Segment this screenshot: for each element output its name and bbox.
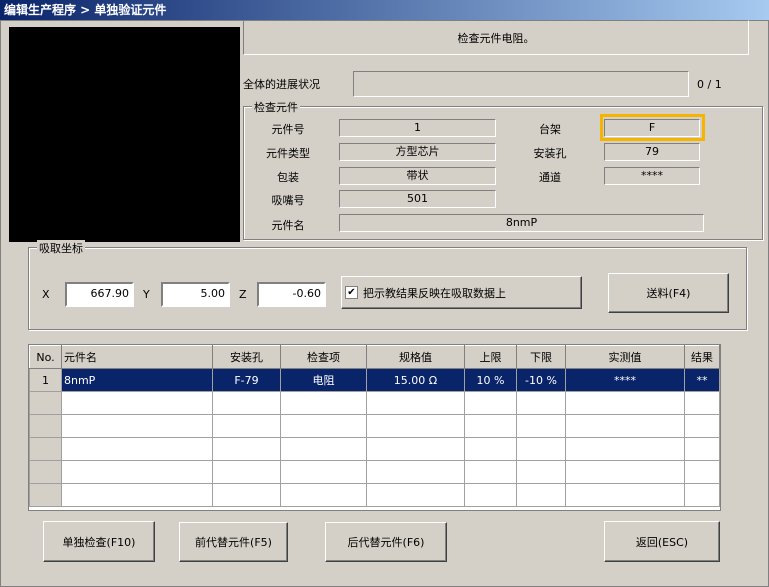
cell-lower: -10 % [516,368,566,392]
channel-label: 通道 [539,171,561,184]
name-field: 8nmP [339,214,704,232]
nozzle-field: 501 [339,190,496,208]
rack-label: 台架 [539,123,561,136]
table-row-empty[interactable] [29,414,720,438]
progress-count: 0 / 1 [697,78,722,91]
y-label: Y [143,288,150,301]
checkbox-check-icon[interactable]: ✔ [345,286,358,299]
part-no-field: 1 [339,119,496,137]
next-alt-button[interactable]: 后代替元件(F6) [325,522,447,562]
cell-measured: **** [565,368,685,392]
progress-bar [353,71,689,97]
table-row-empty[interactable] [29,483,720,507]
camera-view [9,27,240,242]
component-group-title: 检查元件 [252,99,300,115]
progress-label: 全体的进展状况 [243,78,320,91]
pickup-group-title: 吸取坐标 [37,240,85,256]
back-button[interactable]: 返回(ESC) [604,521,720,562]
inspection-table: No. 元件名 安装孔 检查项 规格值 上限 下限 实测值 结果 1 8nmP … [28,344,721,511]
cell-upper: 10 % [464,368,517,392]
z-input[interactable]: -0.60 [257,282,326,307]
cell-item: 电阻 [280,368,367,392]
header-name[interactable]: 元件名 [61,345,213,369]
cell-hole: F-79 [212,368,281,392]
x-input[interactable]: 667.90 [65,282,134,307]
nozzle-label: 吸嘴号 [271,194,305,207]
reflect-label: 把示教结果反映在吸取数据上 [363,286,506,300]
table-header-row: No. 元件名 安装孔 检查项 规格值 上限 下限 实测值 结果 [29,345,720,369]
prev-alt-button[interactable]: 前代替元件(F5) [179,522,288,562]
cell-no: 1 [29,368,62,392]
package-label: 包装 [277,171,299,184]
table-row-empty[interactable] [29,437,720,461]
package-field: 带状 [339,167,496,185]
window-title: 编辑生产程序 > 单独验证元件 [0,0,769,20]
type-label: 元件类型 [266,147,310,160]
cell-spec: 15.00 Ω [366,368,465,392]
cell-result: ** [684,368,720,392]
rack-field: F [604,119,700,137]
part-no-label: 元件号 [271,123,305,136]
hole-field: 79 [604,143,700,161]
y-input[interactable]: 5.00 [161,282,230,307]
table-row-empty[interactable] [29,391,720,415]
header-result[interactable]: 结果 [684,345,720,369]
channel-field: **** [604,167,700,185]
x-label: X [42,288,50,301]
header-measured[interactable]: 实测值 [565,345,685,369]
cell-name: 8nmP [61,368,213,392]
header-item[interactable]: 检查项 [280,345,367,369]
hole-label: 安装孔 [533,147,567,160]
type-field: 方型芯片 [339,143,496,161]
table-row-empty[interactable] [29,460,720,484]
feed-button[interactable]: 送料(F4) [608,273,729,313]
reflect-checkbox-button[interactable]: ✔ 把示教结果反映在吸取数据上 [341,276,582,309]
single-check-button[interactable]: 单独检查(F10) [43,521,155,562]
table-row[interactable]: 1 8nmP F-79 电阻 15.00 Ω 10 % -10 % **** *… [29,368,720,392]
name-label: 元件名 [271,219,305,232]
message-box: 检查元件电阻。 [243,20,749,55]
z-label: Z [239,288,247,301]
message-text: 检查元件电阻。 [457,31,535,45]
header-lower[interactable]: 下限 [516,345,566,369]
header-hole[interactable]: 安装孔 [212,345,281,369]
header-spec[interactable]: 规格值 [366,345,465,369]
header-no[interactable]: No. [29,345,62,369]
header-upper[interactable]: 上限 [464,345,517,369]
